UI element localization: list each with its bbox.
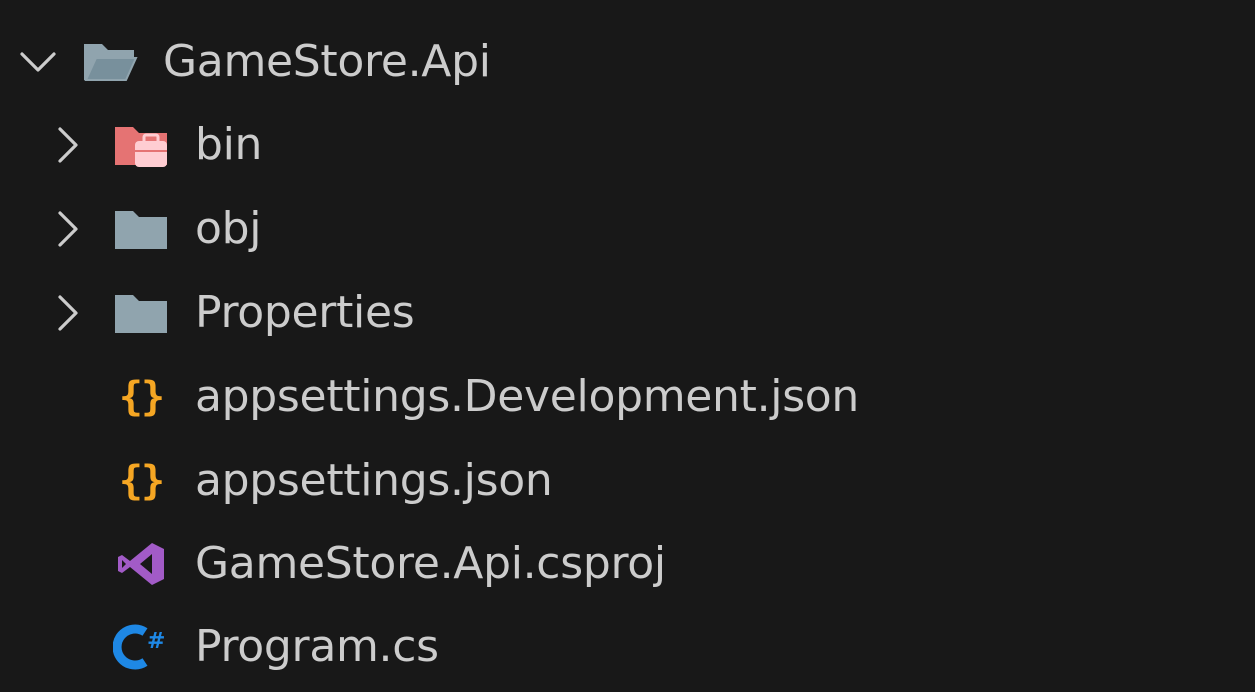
tree-item-label: Properties — [195, 287, 415, 338]
chevron-right-icon[interactable] — [48, 125, 88, 165]
folder-open-icon — [82, 34, 138, 90]
tree-item-gamestore-api-csproj[interactable]: GameStore.Api.csproj — [0, 522, 1255, 606]
json-icon: {} — [118, 458, 165, 504]
folder-icon — [113, 285, 169, 341]
file-explorer-tree: GameStore.Api bin obj Properties {} apps… — [0, 0, 1255, 692]
chevron-down-icon[interactable] — [18, 42, 58, 82]
tree-item-label: appsettings.Development.json — [195, 371, 860, 422]
tree-item-properties[interactable]: Properties — [0, 271, 1255, 355]
chevron-right-icon[interactable] — [48, 209, 88, 249]
tree-item-appsettings-json[interactable]: {} appsettings.json — [0, 439, 1255, 523]
folder-icon — [113, 201, 169, 257]
json-icon: {} — [118, 374, 165, 420]
tree-item-bin[interactable]: bin — [0, 103, 1255, 187]
tree-item-label: obj — [195, 203, 262, 254]
tree-item-program-cs[interactable]: # Program.cs — [0, 605, 1255, 689]
tree-item-label: appsettings.json — [195, 455, 553, 506]
tree-item-label: GameStore.Api.csproj — [195, 538, 666, 589]
tree-item-label: Program.cs — [195, 621, 439, 672]
visual-studio-icon — [113, 536, 169, 592]
tree-item-label: GameStore.Api — [163, 36, 491, 87]
csharp-icon: # — [113, 619, 169, 675]
tree-item-obj[interactable]: obj — [0, 187, 1255, 271]
csharp-glyph: # — [147, 629, 165, 654]
chevron-right-icon[interactable] — [48, 293, 88, 333]
tree-item-appsettings-development-json[interactable]: {} appsettings.Development.json — [0, 355, 1255, 439]
folder-bin-icon — [113, 117, 169, 173]
tree-item-gamestore-api[interactable]: GameStore.Api — [0, 20, 1255, 104]
tree-item-label: bin — [195, 119, 263, 170]
